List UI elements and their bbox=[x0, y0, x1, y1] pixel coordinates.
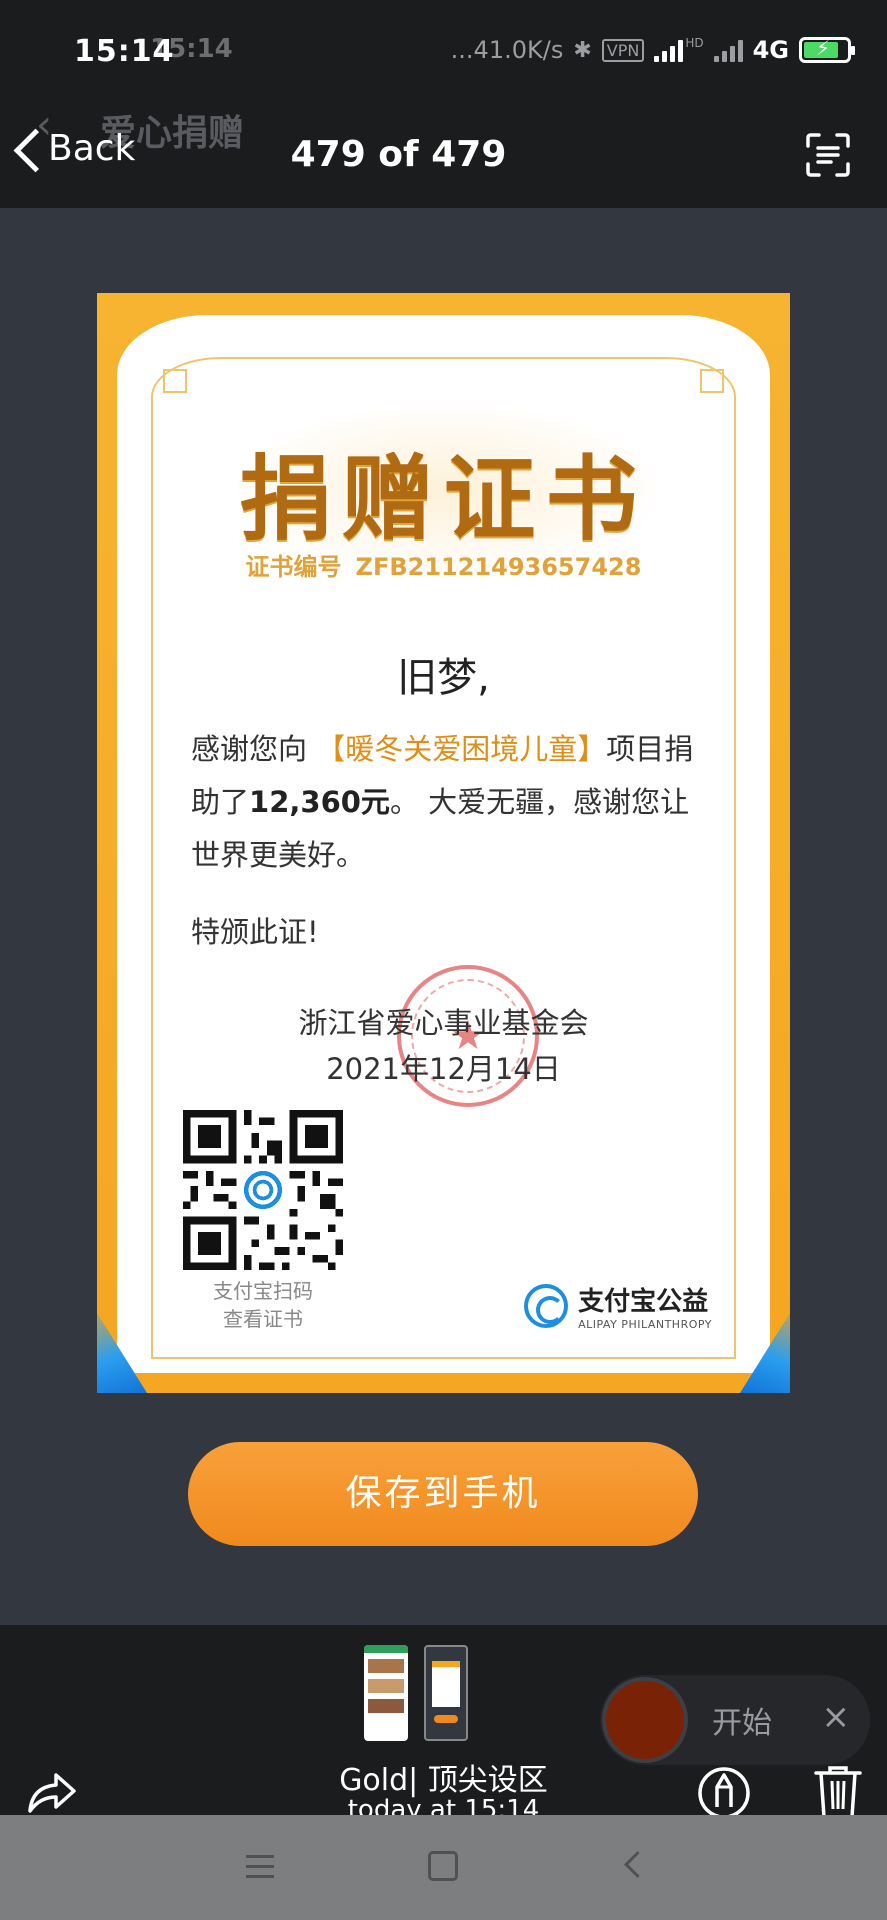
corner-ornament bbox=[163, 369, 187, 393]
record-button[interactable] bbox=[602, 1677, 688, 1763]
live-text-scan-icon[interactable] bbox=[805, 132, 851, 178]
top-nav-bar: ‹ 爱心捐赠 Back 479 of 479 bbox=[0, 78, 887, 208]
certificate-closing: 特颁此证! bbox=[191, 915, 319, 949]
certificate-number-value: ZFB21121493657428 bbox=[355, 553, 642, 581]
start-recording-label[interactable]: 开始 bbox=[712, 1698, 772, 1742]
issuing-organization: 浙江省爱心事业基金会 bbox=[298, 1006, 589, 1040]
close-recorder-button[interactable]: × bbox=[822, 1697, 851, 1737]
system-back-icon[interactable] bbox=[622, 1849, 642, 1881]
certificate-number: 证书编号 ZFB21121493657428 bbox=[117, 547, 770, 582]
save-to-phone-button[interactable]: 保存到手机 bbox=[188, 1442, 698, 1546]
bluetooth-icon: ✱ bbox=[573, 37, 592, 63]
battery-icon: ⚡ bbox=[799, 36, 855, 63]
donation-certificate: 捐赠证书 证书编号 ZFB21121493657428 旧梦, 感谢您向 【暖冬关… bbox=[97, 293, 790, 1393]
qr-code bbox=[183, 1110, 343, 1270]
certificate-number-label: 证书编号 bbox=[245, 553, 342, 581]
alipay-philanthropy-icon bbox=[524, 1284, 569, 1328]
status-indicators: ...41.0K/s ✱ VPN HD 4G ⚡ bbox=[450, 36, 855, 64]
share-icon[interactable] bbox=[24, 1765, 80, 1821]
screen-recorder-widget: 开始 × bbox=[600, 1675, 870, 1765]
brand-name-cn: 支付宝公益 bbox=[578, 1287, 709, 1317]
markup-pen-icon[interactable] bbox=[696, 1765, 752, 1821]
vpn-badge: VPN bbox=[601, 38, 645, 62]
qr-caption-line-2: 查看证书 bbox=[223, 1307, 303, 1331]
certificate-body: 感谢您向 【暖冬关爱困境儿童】项目捐助了12,360元。 大爱无疆，感谢您让世界… bbox=[191, 723, 696, 882]
recents-menu-icon[interactable] bbox=[246, 1855, 274, 1879]
trash-icon[interactable] bbox=[812, 1763, 864, 1821]
recipient-name: 旧梦, bbox=[397, 655, 490, 701]
certificate-paper: 捐赠证书 证书编号 ZFB21121493657428 旧梦, 感谢您向 【暖冬关… bbox=[117, 315, 770, 1373]
brand-name-en: ALIPAY PHILANTHROPY bbox=[578, 1318, 712, 1331]
signal-icon-2 bbox=[713, 38, 743, 62]
photo-thumbnail[interactable] bbox=[364, 1645, 408, 1741]
donation-amount: 12,360元 bbox=[249, 785, 390, 819]
status-bar: 15:14 15:14 ...41.0K/s ✱ VPN HD 4G ⚡ bbox=[0, 0, 887, 78]
hd-badge: HD bbox=[685, 36, 704, 50]
system-navigation-bar bbox=[0, 1815, 887, 1920]
corner-ornament bbox=[700, 369, 724, 393]
alipay-philanthropy-logo: 支付宝公益 ALIPAY PHILANTHROPY bbox=[524, 1281, 712, 1331]
body-text-pre: 感谢您向 bbox=[191, 732, 317, 766]
network-type: 4G bbox=[752, 36, 789, 64]
photo-viewer-screen: 15:14 15:14 ...41.0K/s ✱ VPN HD 4G ⚡ ‹ 爱… bbox=[0, 0, 887, 1920]
signal-icon bbox=[654, 38, 684, 62]
qr-caption: 支付宝扫码 查看证书 bbox=[171, 1277, 355, 1333]
issue-date: 2021年12月14日 bbox=[326, 1052, 561, 1086]
home-icon[interactable] bbox=[428, 1851, 458, 1881]
certificate-title: 捐赠证书 bbox=[239, 446, 648, 553]
photo-thumbnail-current[interactable] bbox=[424, 1645, 468, 1741]
status-time: 15:14 bbox=[74, 34, 175, 69]
project-name: 【暖冬关爱困境儿童】 bbox=[316, 732, 607, 766]
photo-counter: 479 of 479 bbox=[290, 134, 507, 175]
net-speed: ...41.0K/s bbox=[450, 36, 564, 64]
qr-caption-line-1: 支付宝扫码 bbox=[213, 1279, 313, 1303]
